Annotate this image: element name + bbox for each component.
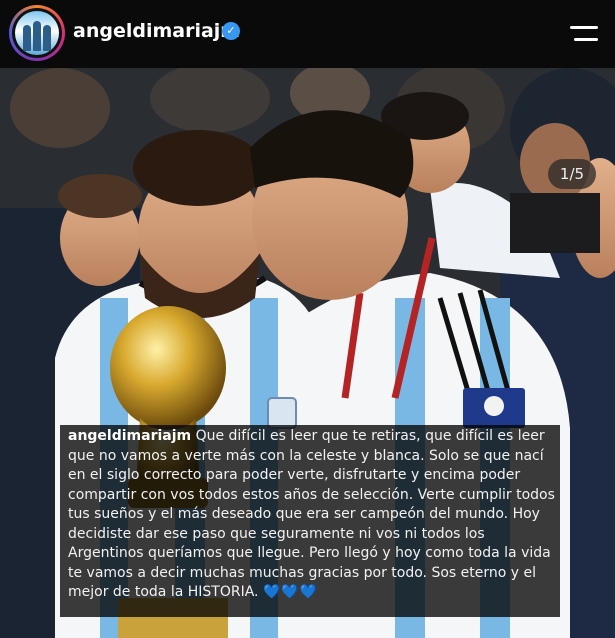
avatar-image bbox=[12, 8, 62, 58]
caption-overlay: angeldimariajm Que difícil es leer que t… bbox=[60, 425, 560, 617]
caption-body: Que difícil es leer que te retiras, que … bbox=[68, 428, 555, 600]
profile-avatar[interactable] bbox=[9, 5, 65, 61]
menu-icon[interactable] bbox=[570, 24, 598, 44]
header-username[interactable]: angeldimariajm bbox=[73, 20, 240, 42]
caption-text-block: angeldimariajm Que difícil es leer que t… bbox=[68, 427, 558, 603]
post-header: angeldimariajm ✓ bbox=[0, 0, 615, 68]
caption-username[interactable]: angeldimariajm bbox=[68, 428, 191, 444]
blue-hearts-emoji: 💙💙💙 bbox=[262, 584, 319, 600]
verified-badge-icon: ✓ bbox=[222, 22, 240, 40]
slide-counter: 1/5 bbox=[548, 159, 596, 189]
